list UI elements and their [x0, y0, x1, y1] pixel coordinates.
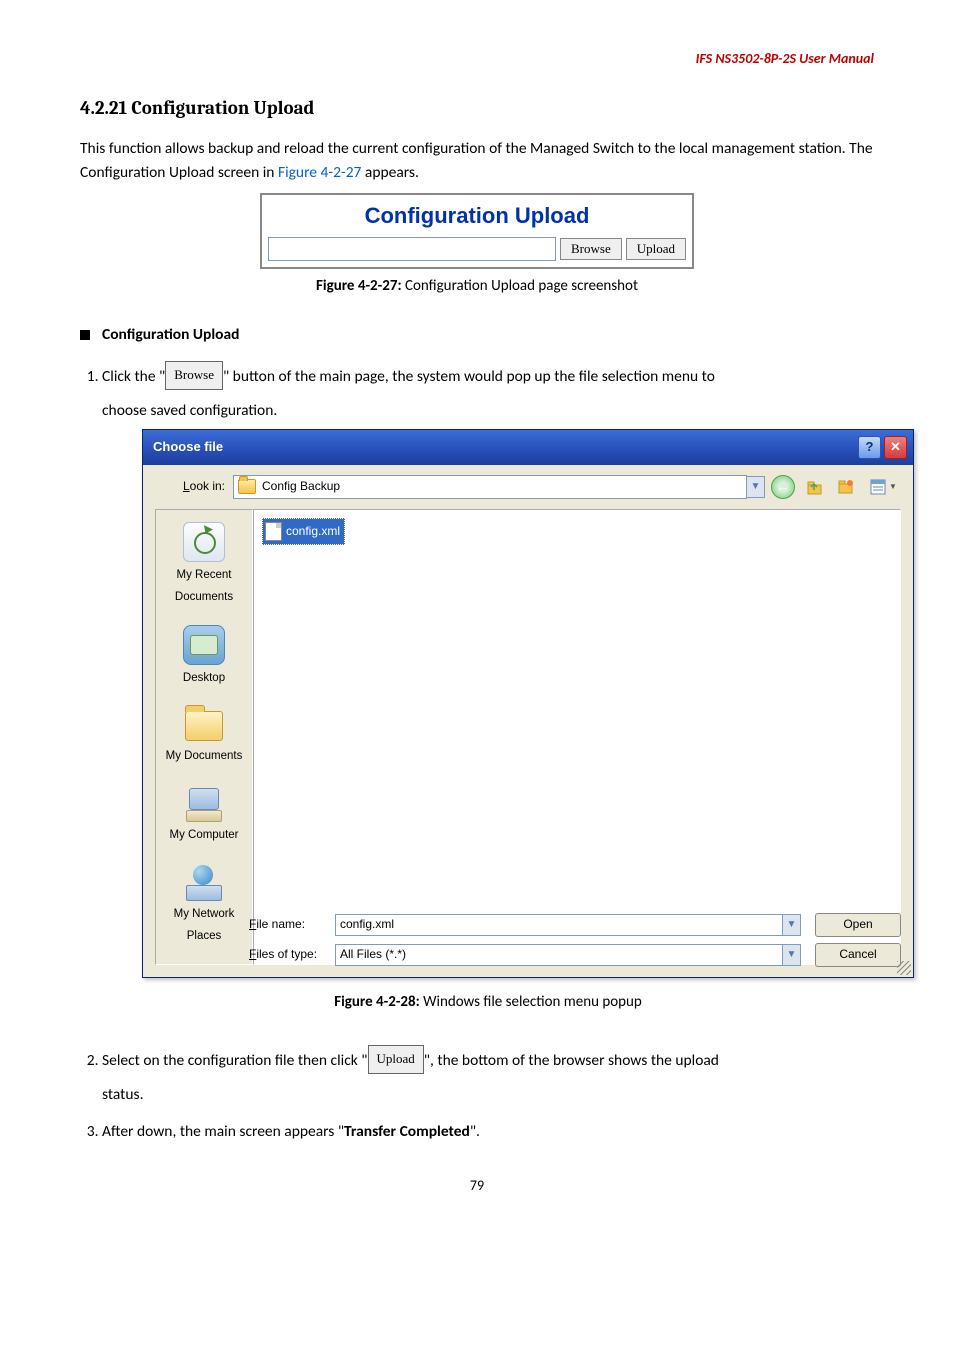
file-item-selected[interactable]: config.xml: [262, 518, 345, 545]
chevron-down-icon[interactable]: ▼: [783, 914, 801, 936]
figure-caption-1: Figure 4-2-27: Configuration Upload page…: [80, 277, 874, 295]
close-icon[interactable]: ✕: [884, 436, 907, 459]
intro-paragraph: This function allows backup and reload t…: [80, 137, 874, 185]
cancel-button[interactable]: Cancel: [815, 943, 901, 967]
step3-b: ".: [470, 1122, 480, 1141]
upload-path-input[interactable]: [268, 237, 556, 261]
step3-a: After down, the main screen appears ": [102, 1122, 344, 1141]
figure-caption-2: Figure 4-2-28: Windows file selection me…: [102, 988, 874, 1017]
place-recent-label: My Recent Documents: [175, 569, 233, 603]
step2-a: Select on the configuration file then cl…: [102, 1051, 368, 1070]
filetype-value: All Files (*.*): [340, 943, 406, 966]
page-number: 79: [80, 1177, 874, 1194]
intro-text-a: This function allows backup and reload t…: [80, 139, 873, 182]
intro-text-b: appears.: [361, 163, 418, 182]
step1-c: choose saved configuration.: [102, 396, 874, 425]
chevron-down-icon[interactable]: ▼: [747, 476, 765, 498]
config-upload-figure: Configuration Upload Browse Upload: [260, 193, 694, 269]
file-item-label: config.xml: [286, 520, 340, 543]
choose-file-dialog: Choose file ? ✕ Look in: Config Backup ▼…: [142, 429, 914, 978]
back-icon[interactable]: ←: [771, 475, 795, 499]
open-button[interactable]: Open: [815, 913, 901, 937]
subheading: Configuration Upload: [102, 325, 239, 344]
resize-handle-icon[interactable]: [897, 961, 911, 975]
place-computer-label: My Computer: [169, 829, 238, 841]
step2-c: status.: [102, 1080, 874, 1109]
help-icon[interactable]: ?: [858, 436, 881, 459]
up-one-level-icon[interactable]: [801, 475, 827, 499]
documents-icon: [184, 705, 224, 743]
filetype-label: Files of type:: [249, 943, 335, 966]
network-places-icon: [184, 863, 224, 901]
view-menu-icon[interactable]: ▼: [865, 475, 901, 499]
config-upload-title: Configuration Upload: [262, 195, 692, 233]
place-my-computer[interactable]: My Computer: [159, 784, 249, 847]
lookin-label: Look in:: [155, 475, 233, 498]
caption2-text: Windows file selection menu popup: [420, 993, 642, 1011]
figure-link: Figure 4-2-27: [278, 163, 361, 182]
computer-icon: [184, 784, 224, 822]
filetype-select[interactable]: All Files (*.*): [335, 944, 783, 966]
step2-b: ", the bottom of the browser shows the u…: [424, 1051, 719, 1070]
place-docs-label: My Documents: [166, 750, 243, 762]
dialog-titlebar: Choose file ? ✕: [143, 430, 913, 465]
chevron-down-icon[interactable]: ▼: [783, 944, 801, 966]
desktop-icon: [183, 625, 225, 665]
caption1-text: Configuration Upload page screenshot: [402, 277, 638, 295]
filename-value: config.xml: [340, 913, 394, 936]
file-icon: [265, 522, 282, 541]
place-my-documents[interactable]: My Documents: [159, 705, 249, 768]
file-list-pane[interactable]: config.xml: [253, 509, 901, 965]
place-desktop-label: Desktop: [183, 672, 225, 684]
place-desktop[interactable]: Desktop: [159, 625, 249, 690]
folder-icon: [238, 479, 256, 494]
step-1: Click the "Browse" button of the main pa…: [102, 362, 874, 1016]
browse-button[interactable]: Browse: [560, 238, 622, 260]
step-2: Select on the configuration file then cl…: [102, 1046, 874, 1109]
bullet-square-icon: [80, 330, 90, 340]
section-heading: 4.2.21 Configuration Upload: [80, 97, 874, 119]
inline-browse-button[interactable]: Browse: [165, 361, 223, 390]
step1-a: Click the ": [102, 367, 165, 386]
lookin-value: Config Backup: [262, 475, 340, 498]
filename-input[interactable]: config.xml: [335, 914, 783, 936]
step1-b: " button of the main page, the system wo…: [223, 367, 715, 386]
recent-documents-icon: [183, 522, 225, 562]
lookin-select[interactable]: Config Backup: [233, 475, 747, 499]
place-recent[interactable]: My Recent Documents: [159, 522, 249, 609]
upload-button[interactable]: Upload: [626, 238, 686, 260]
filename-label: File name:: [249, 913, 335, 936]
step-3: After down, the main screen appears "Tra…: [102, 1117, 874, 1146]
new-folder-icon[interactable]: [833, 475, 859, 499]
chevron-down-icon: ▼: [889, 479, 897, 494]
places-bar: My Recent Documents Desktop My Documents: [155, 509, 253, 965]
caption1-label: Figure 4-2-27:: [316, 277, 402, 295]
page-header: IFS NS3502-8P-2S User Manual: [80, 50, 874, 67]
dialog-title: Choose file: [153, 435, 855, 460]
step3-bold: Transfer Completed: [344, 1122, 470, 1141]
caption2-label: Figure 4-2-28:: [334, 993, 420, 1011]
inline-upload-button[interactable]: Upload: [368, 1045, 424, 1074]
